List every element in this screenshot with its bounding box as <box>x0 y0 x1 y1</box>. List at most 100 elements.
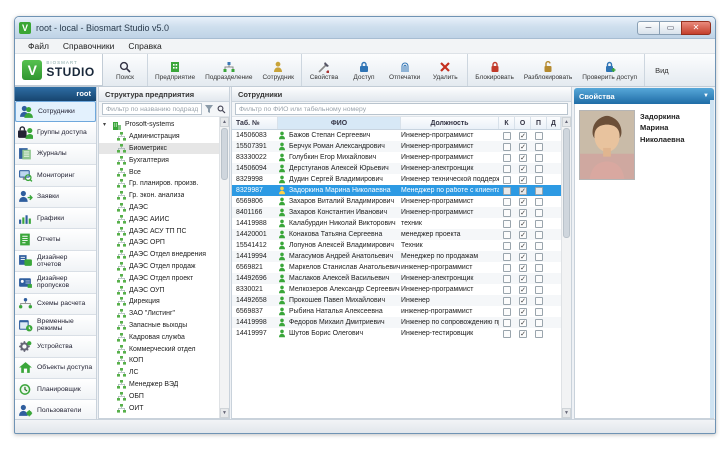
table-row[interactable]: 8330021 Мелкозеров Александр Сергеевич И… <box>232 284 561 295</box>
scroll-thumb[interactable] <box>221 128 228 180</box>
checkbox[interactable] <box>503 143 511 151</box>
tree-node[interactable]: Дирекция <box>99 296 219 308</box>
table-row[interactable]: 14419988 Калабурдин Николай Викторович т… <box>232 218 561 229</box>
tree-node[interactable]: КОП <box>99 355 219 367</box>
checkbox[interactable] <box>535 319 543 327</box>
tree-node[interactable]: ДАЭС Отдел проект <box>99 272 219 284</box>
tree-node[interactable]: Гр. планиров. произв. <box>99 178 219 190</box>
column-header-5[interactable]: П <box>531 117 547 129</box>
checkbox[interactable] <box>503 220 511 228</box>
maximize-button[interactable]: ▭ <box>659 21 681 35</box>
checkbox[interactable] <box>503 132 511 140</box>
tree-node[interactable]: ДАЭС ОУП <box>99 284 219 296</box>
toolbar-button-enterprise[interactable]: Предприятие <box>150 54 200 86</box>
checkbox[interactable] <box>503 187 511 195</box>
table-row[interactable]: 14419997 Шутов Борис Олегович Инженер-те… <box>232 328 561 339</box>
sidebar-item-employees[interactable]: Сотрудники <box>15 101 96 122</box>
tree-node[interactable]: Запасные выходы <box>99 320 219 332</box>
table-row[interactable]: 14419998 Федоров Михаил Дмитриевич Инжен… <box>232 317 561 328</box>
sidebar-item-access-groups[interactable]: Группы доступа <box>15 122 96 143</box>
minimize-button[interactable]: ─ <box>637 21 659 35</box>
table-row[interactable]: 6569837 Рыбина Наталья Алексеевна инжене… <box>232 306 561 317</box>
tree-node[interactable]: ДАЭС <box>99 202 219 214</box>
tree-node[interactable]: Менеджер ВЭД <box>99 379 219 391</box>
menu-Справка[interactable]: Справка <box>121 41 168 51</box>
checkbox[interactable]: ✓ <box>519 187 527 195</box>
checkbox[interactable]: ✓ <box>519 297 527 305</box>
table-row[interactable]: 6569821 Маркелов Станислав Анатольевич и… <box>232 262 561 273</box>
table-row[interactable]: 8329987 Задоркина Марина Николаевна Мене… <box>232 185 561 196</box>
checkbox[interactable] <box>535 242 543 250</box>
checkbox[interactable] <box>535 275 543 283</box>
checkbox[interactable]: ✓ <box>519 242 527 250</box>
checkbox[interactable] <box>503 209 511 217</box>
tree-node[interactable]: Все <box>99 166 219 178</box>
tree-node[interactable]: Администрация <box>99 131 219 143</box>
checkbox[interactable]: ✓ <box>519 231 527 239</box>
checkbox[interactable] <box>503 154 511 162</box>
checkbox[interactable] <box>535 297 543 305</box>
checkbox[interactable] <box>535 198 543 206</box>
checkbox[interactable]: ✓ <box>519 253 527 261</box>
toolbar-button-search[interactable]: Поиск <box>105 54 145 86</box>
tree-node[interactable]: Гр. экон. анализа <box>99 190 219 202</box>
checkbox[interactable] <box>503 286 511 294</box>
view-button[interactable]: Вид <box>645 54 679 86</box>
tree-node[interactable]: ЗАО "Листинг" <box>99 308 219 320</box>
column-header-1[interactable]: ФИО <box>278 117 401 129</box>
table-row[interactable]: 14492658 Прокошев Павел Михайлович Инжен… <box>232 295 561 306</box>
scroll-up-icon[interactable]: ▲ <box>562 117 571 127</box>
checkbox[interactable] <box>503 330 511 338</box>
checkbox[interactable] <box>535 253 543 261</box>
table-row[interactable]: 15541412 Лопунов Алексей Владимирович Те… <box>232 240 561 251</box>
checkbox[interactable] <box>535 143 543 151</box>
checkbox[interactable]: ✓ <box>519 319 527 327</box>
checkbox[interactable]: ✓ <box>519 308 527 316</box>
checkbox[interactable] <box>535 176 543 184</box>
table-row[interactable]: 14419994 Магасумов Андрей Анатольевич Ме… <box>232 251 561 262</box>
tree-node[interactable]: Бухгалтерия <box>99 154 219 166</box>
employees-scrollbar[interactable]: ▲ ▼ <box>561 117 571 418</box>
sidebar-item-scheduler[interactable]: Планировщик <box>15 379 96 400</box>
checkbox[interactable] <box>503 231 511 239</box>
menu-Справочники[interactable]: Справочники <box>56 41 122 51</box>
scroll-down-icon[interactable]: ▼ <box>220 408 229 418</box>
sidebar-item-calc-schemes[interactable]: Схемы расчета <box>15 294 96 315</box>
sidebar-item-requests[interactable]: Заявки <box>15 187 96 208</box>
column-header-3[interactable]: К <box>499 117 515 129</box>
checkbox[interactable] <box>503 319 511 327</box>
employee-filter-input[interactable] <box>235 103 568 115</box>
tree-node[interactable]: Биометрикс <box>99 143 219 155</box>
tree-node[interactable]: ДАЭС Отдел продаж <box>99 261 219 273</box>
table-row[interactable]: 8329998 Дудин Сергей Владимирович Инжене… <box>232 174 561 185</box>
checkbox[interactable]: ✓ <box>519 220 527 228</box>
checkbox[interactable] <box>535 154 543 162</box>
tree-node[interactable]: ОИТ <box>99 402 219 414</box>
sidebar-item-devices[interactable]: Устройства <box>15 336 96 357</box>
tree-scrollbar[interactable]: ▲ ▼ <box>219 117 229 418</box>
scroll-up-icon[interactable]: ▲ <box>220 117 229 127</box>
checkbox[interactable]: ✓ <box>519 143 527 151</box>
table-row[interactable]: 14492696 Маслаков Алексей Васильевич Инж… <box>232 273 561 284</box>
checkbox[interactable] <box>535 264 543 272</box>
table-row[interactable]: 6569806 Захаров Виталий Владимирович Инж… <box>232 196 561 207</box>
column-header-6[interactable]: Д <box>547 117 561 129</box>
checkbox[interactable] <box>503 308 511 316</box>
scroll-thumb[interactable] <box>563 128 570 238</box>
table-row[interactable]: 14506094 Дерстуганов Алексей Юрьевич Инж… <box>232 163 561 174</box>
checkbox[interactable] <box>535 330 543 338</box>
table-row[interactable]: 8401166 Захаров Константин Иванович Инже… <box>232 207 561 218</box>
table-row[interactable]: 83330022 Голубкин Егор Михайлович Инжене… <box>232 152 561 163</box>
checkbox[interactable] <box>535 308 543 316</box>
expand-arrow-icon[interactable]: ▾ <box>103 121 109 128</box>
toolbar-button-lock[interactable]: Блокировать <box>470 54 519 86</box>
checkbox[interactable]: ✓ <box>519 286 527 294</box>
tree-node[interactable]: Коммерческий отдел <box>99 343 219 355</box>
checkbox[interactable] <box>535 286 543 294</box>
checkbox[interactable] <box>535 132 543 140</box>
toolbar-button-fingerprint[interactable]: Отпечатки <box>384 54 425 86</box>
checkbox[interactable]: ✓ <box>519 165 527 173</box>
sidebar-item-monitoring[interactable]: Мониторинг <box>15 165 96 186</box>
table-row[interactable]: 15507391 Берчук Роман Александрович Инже… <box>232 141 561 152</box>
toolbar-button-check-access[interactable]: Проверить доступ <box>577 54 642 86</box>
